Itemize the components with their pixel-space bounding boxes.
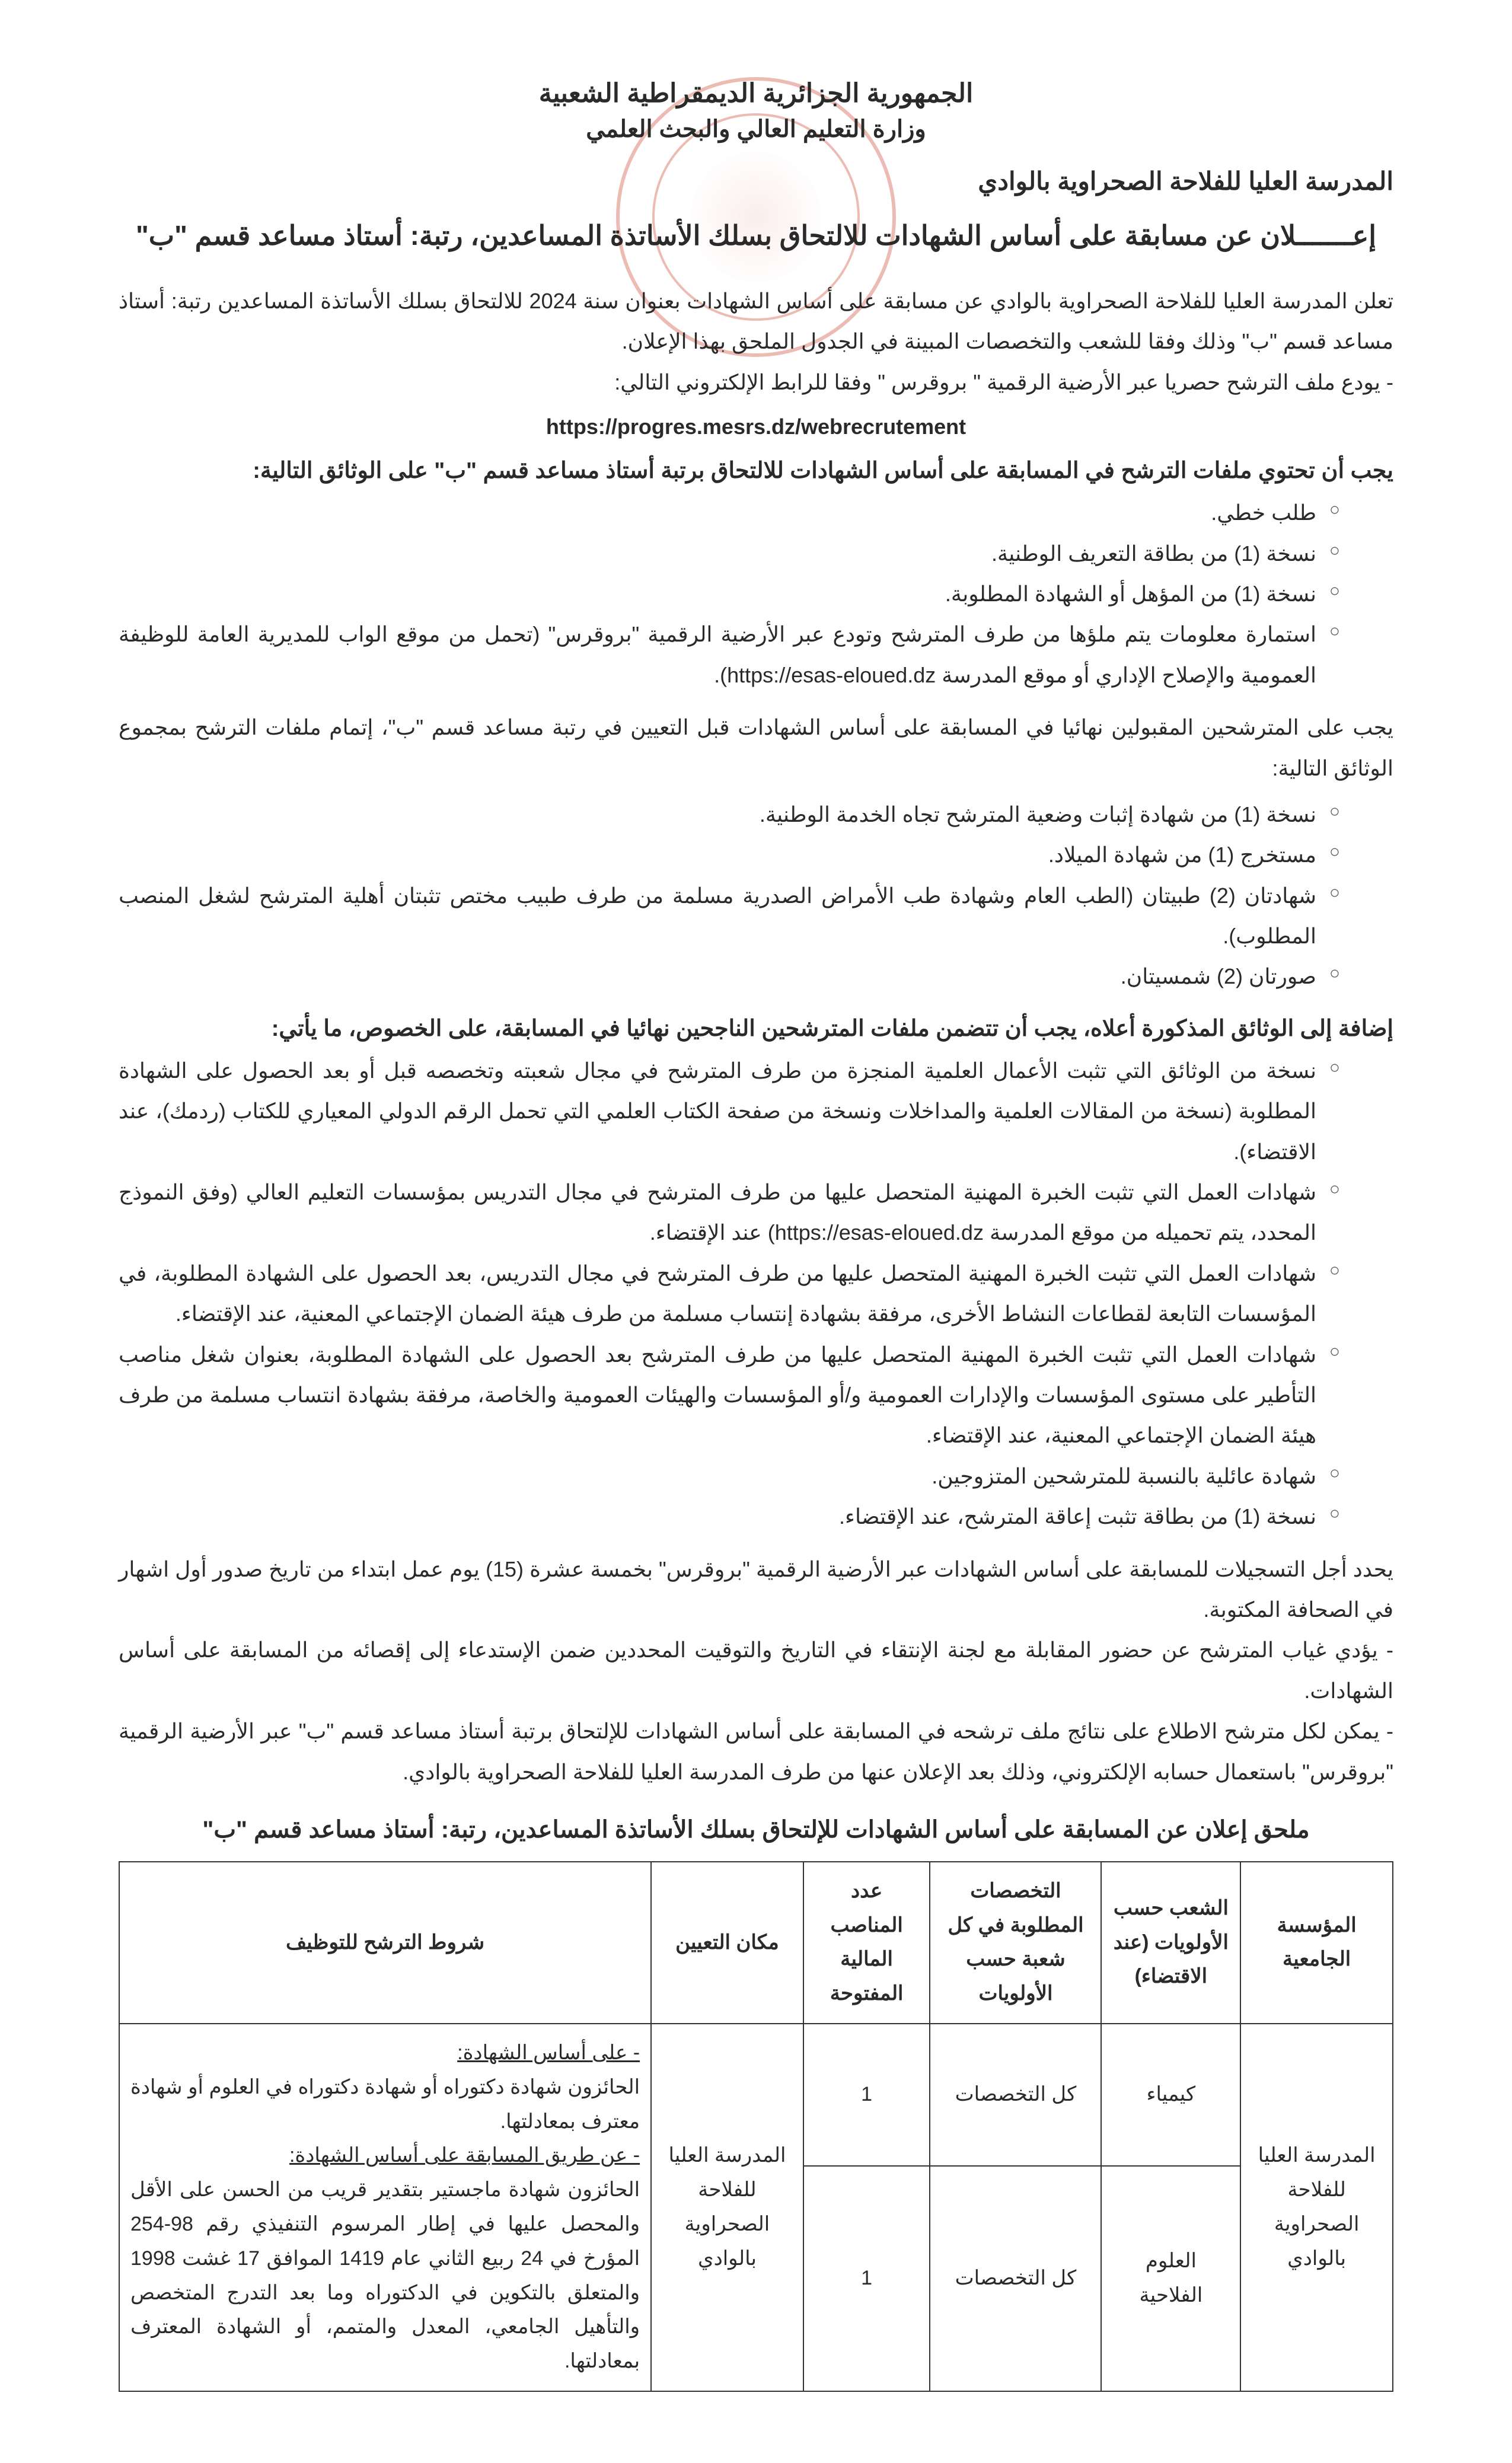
- annex-table: المؤسسة الجامعية الشعب حسب الأولويات (عن…: [119, 1861, 1393, 2392]
- cell-posts: 1: [803, 2024, 930, 2166]
- cond-text-1: الحائزون شهادة دكتوراه أو شهادة دكتوراه …: [130, 2070, 640, 2139]
- successful-candidates-list: نسخة من الوثائق التي تثبت الأعمال العلمي…: [119, 1051, 1393, 1537]
- cell-branch: كيمياء: [1101, 2024, 1240, 2166]
- cell-branch: العلوم الفلاحية: [1101, 2166, 1240, 2391]
- school-line: المدرسة العليا للفلاحة الصحراوية بالوادي: [119, 167, 1393, 196]
- intro-paragraph-2: - يودع ملف الترشح حصريا عبر الأرضية الرق…: [119, 362, 1393, 403]
- cond-lead-2: - عن طريق المسابقة على أساس الشهادة:: [289, 2144, 640, 2167]
- successful-candidates-header: إضافة إلى الوثائق المذكورة أعلاه، يجب أن…: [119, 1015, 1393, 1042]
- final-item: نسخة (1) من شهادة إثبات وضعية المترشح تج…: [119, 795, 1340, 835]
- req-item: طلب خطي.: [119, 493, 1340, 533]
- success-item: شهادة عائلية بالنسبة للمترشحين المتزوجين…: [119, 1456, 1340, 1497]
- cell-location: المدرسة العليا للفلاحة الصحراوية بالوادي: [651, 2024, 803, 2391]
- cell-posts: 1: [803, 2166, 930, 2391]
- note-results: - يمكن لكل مترشح الاطلاع على نتائج ملف ت…: [119, 1711, 1393, 1792]
- final-file-intro: يجب على المترشحين المقبولين نهائيا في ال…: [119, 707, 1393, 789]
- platform-link: https://progres.mesrs.dz/webrecrutement: [119, 414, 1393, 439]
- req-item: نسخة (1) من المؤهل أو الشهادة المطلوبة.: [119, 574, 1340, 614]
- req-item: نسخة (1) من بطاقة التعريف الوطنية.: [119, 534, 1340, 574]
- req-item: استمارة معلومات يتم ملؤها من طرف المترشح…: [119, 614, 1340, 695]
- intro-paragraph-1: تعلن المدرسة العليا للفلاحة الصحراوية با…: [119, 281, 1393, 362]
- th-location: مكان التعيين: [651, 1862, 803, 2024]
- success-item: شهادات العمل التي تثبت الخبرة المهنية ال…: [119, 1335, 1340, 1456]
- annex-title: ملحق إعلان عن المسابقة على أساس الشهادات…: [119, 1816, 1393, 1843]
- th-spec: التخصصات المطلوبة في كل شعبة حسب الأولوي…: [930, 1862, 1101, 2024]
- note-absence: - يؤدي غياب المترشح عن حضور المقابلة مع …: [119, 1630, 1393, 1711]
- ministry-line: وزارة التعليم العالي والبحث العلمي: [119, 116, 1393, 143]
- final-item: شهادتان (2) طبيتان (الطب العام وشهادة طب…: [119, 876, 1340, 957]
- requirements-list: طلب خطي. نسخة (1) من بطاقة التعريف الوطن…: [119, 493, 1393, 695]
- table-header-row: المؤسسة الجامعية الشعب حسب الأولويات (عن…: [119, 1862, 1393, 2024]
- success-item: شهادات العمل التي تثبت الخبرة المهنية ال…: [119, 1253, 1340, 1335]
- success-item: نسخة من الوثائق التي تثبت الأعمال العلمي…: [119, 1051, 1340, 1172]
- requirements-header: يجب أن تحتوي ملفات الترشح في المسابقة عل…: [119, 457, 1393, 484]
- cell-spec: كل التخصصات: [930, 2166, 1101, 2391]
- announcement-title: إعـــــــلان عن مسابقة على أساس الشهادات…: [119, 219, 1393, 251]
- final-item: صورتان (2) شمسيتان.: [119, 956, 1340, 997]
- th-institution: المؤسسة الجامعية: [1240, 1862, 1393, 2024]
- cond-lead-1: - على أساس الشهادة:: [457, 2041, 640, 2064]
- deadline-notes: يحدد أجل التسجيلات للمسابقة على أساس الش…: [119, 1549, 1393, 1792]
- cell-conditions: - على أساس الشهادة: الحائزون شهادة دكتور…: [119, 2024, 651, 2391]
- cell-spec: كل التخصصات: [930, 2024, 1101, 2166]
- table-row: المدرسة العليا للفلاحة الصحراوية بالوادي…: [119, 2024, 1393, 2166]
- final-item: مستخرج (1) من شهادة الميلاد.: [119, 835, 1340, 875]
- th-branch: الشعب حسب الأولويات (عند الاقتضاء): [1101, 1862, 1240, 2024]
- success-item: نسخة (1) من بطاقة تثبت إعاقة المترشح، عن…: [119, 1497, 1340, 1537]
- cond-text-2: الحائزون شهادة ماجستير بتقدير قريب من ال…: [130, 2173, 640, 2379]
- cell-institution: المدرسة العليا للفلاحة الصحراوية بالوادي: [1240, 2024, 1393, 2391]
- document-page: الجمهورية الجزائرية الديمقراطية الشعبية …: [0, 0, 1512, 2463]
- success-item: شهادات العمل التي تثبت الخبرة المهنية ال…: [119, 1172, 1340, 1253]
- th-posts: عدد المناصب المالية المفتوحة: [803, 1862, 930, 2024]
- note-deadline: يحدد أجل التسجيلات للمسابقة على أساس الش…: [119, 1549, 1393, 1631]
- final-file-list: نسخة (1) من شهادة إثبات وضعية المترشح تج…: [119, 795, 1393, 997]
- republic-line: الجمهورية الجزائرية الديمقراطية الشعبية: [119, 78, 1393, 109]
- th-conditions: شروط الترشح للتوظيف: [119, 1862, 651, 2024]
